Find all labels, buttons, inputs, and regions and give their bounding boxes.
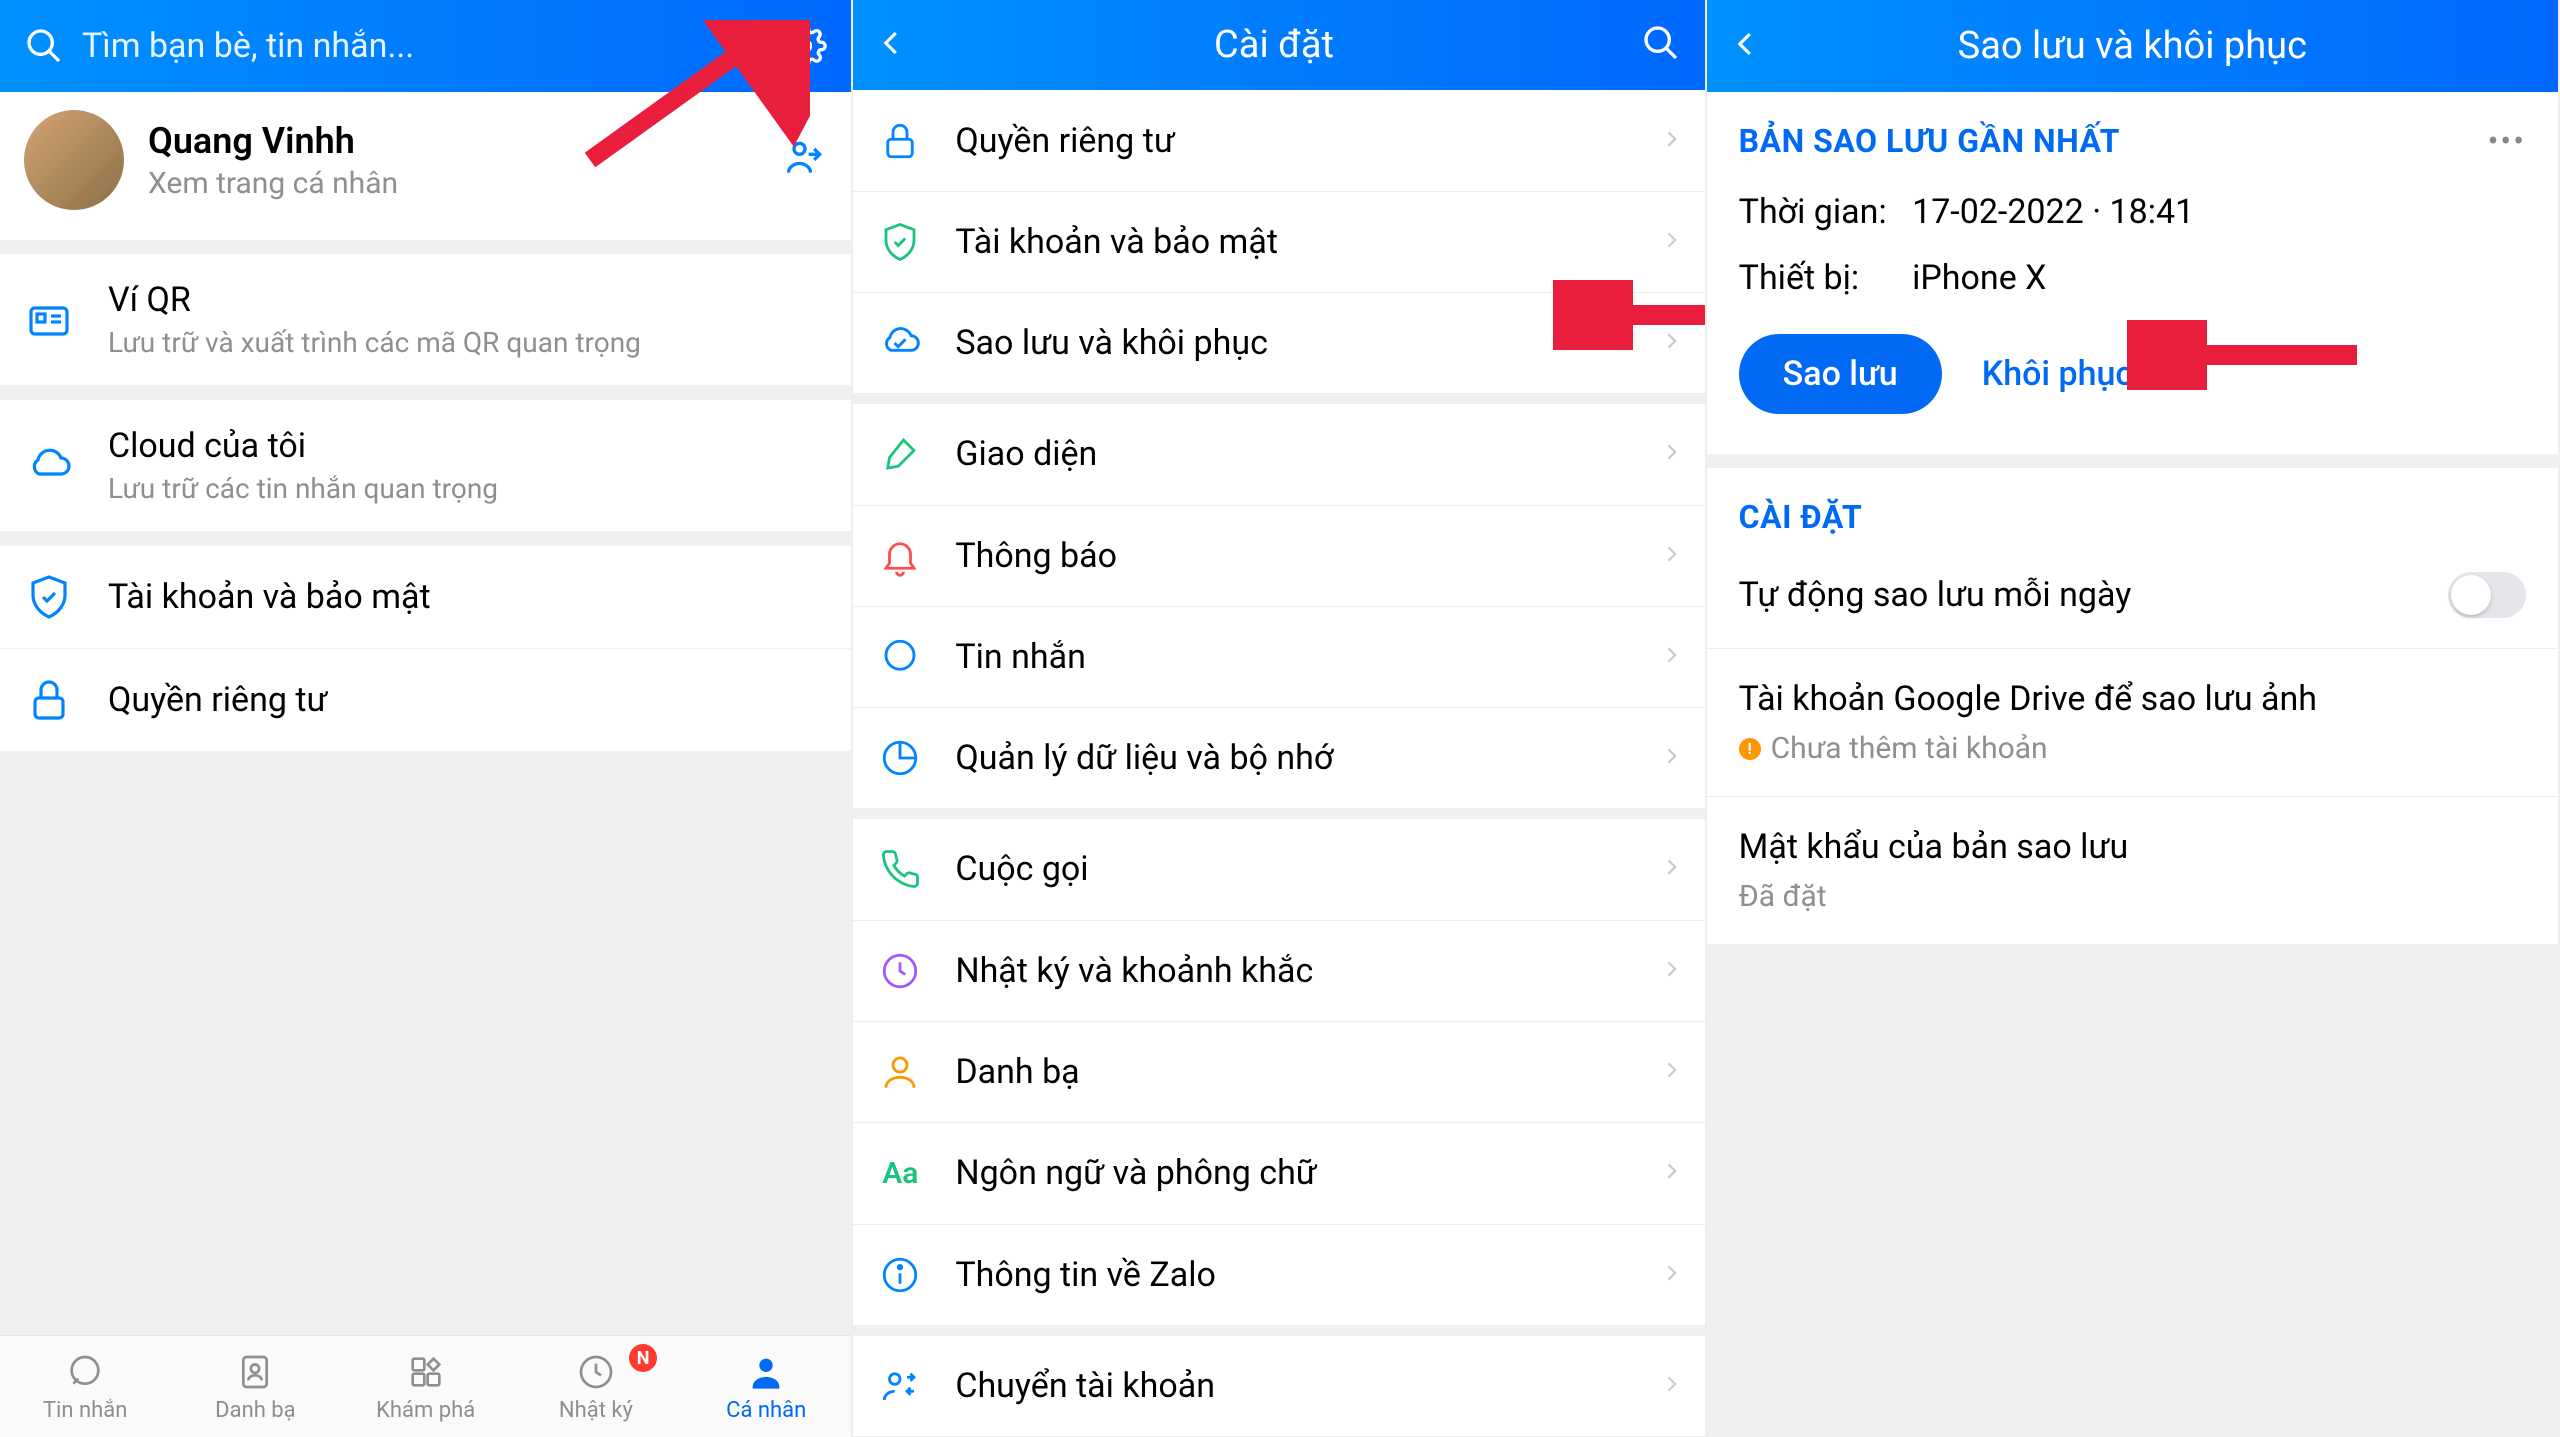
setting-backup-password[interactable]: Mật khẩu của bản sao lưu Đã đặt (1707, 797, 2558, 945)
header-bar: Cài đặt (853, 0, 1704, 90)
menu-title: Tài khoản và bảo mật (108, 577, 827, 617)
time-label: Thời gian: (1739, 192, 1904, 232)
menu-sub: Lưu trữ và xuất trình các mã QR quan trọ… (108, 326, 827, 359)
tab-timeline[interactable]: N Nhật ký (511, 1336, 681, 1437)
menu-qr-wallet[interactable]: Ví QR Lưu trữ và xuất trình các mã QR qu… (0, 254, 851, 386)
setting-auto-backup[interactable]: Tự động sao lưu mỗi ngày (1707, 542, 2558, 649)
profile-name: Quang Vinhh (148, 120, 783, 162)
settings-switch-account[interactable]: Chuyển tài khoản (853, 1336, 1704, 1437)
contacts-icon (233, 1350, 277, 1394)
lock-icon (871, 112, 929, 170)
tab-bar: Tin nhắn Danh bạ Khám phá N Nhật ký Cá n… (0, 1335, 851, 1437)
cloud-icon (24, 441, 74, 491)
person-icon (744, 1350, 788, 1394)
grid-icon (404, 1350, 448, 1394)
settings-language-font[interactable]: Aa Ngôn ngữ và phông chữ (853, 1123, 1704, 1224)
badge: N (629, 1344, 657, 1372)
settings-about[interactable]: Thông tin về Zalo (853, 1225, 1704, 1326)
clock-icon (574, 1350, 618, 1394)
menu-title: Quyền riêng tư (108, 680, 827, 720)
phone-icon (871, 840, 929, 898)
menu-sub: Lưu trữ các tin nhắn quan trọng (108, 472, 827, 505)
chevron-right-icon (1661, 1259, 1681, 1291)
settings-screen: Cài đặt Quyền riêng tư Tài khoản và bảo … (853, 0, 1706, 1437)
chevron-right-icon (1661, 1370, 1681, 1402)
menu-my-cloud[interactable]: Cloud của tôi Lưu trữ các tin nhắn quan … (0, 400, 851, 532)
chat-icon (871, 628, 929, 686)
menu-title: Ví QR (108, 280, 827, 320)
settings-backup-restore[interactable]: Sao lưu và khôi phục (853, 293, 1704, 394)
search-icon[interactable] (1641, 23, 1681, 67)
backup-restore-screen: Sao lưu và khôi phục BẢN SAO LƯU GẦN NHẤ… (1707, 0, 2560, 1437)
settings-privacy[interactable]: Quyền riêng tư (853, 90, 1704, 191)
tab-discover[interactable]: Khám phá (341, 1336, 511, 1437)
settings-contacts[interactable]: Danh bạ (853, 1022, 1704, 1123)
chevron-right-icon (1661, 1056, 1681, 1088)
switch-icon (871, 1357, 929, 1415)
menu-account-security[interactable]: Tài khoản và bảo mật (0, 546, 851, 649)
settings-account-security[interactable]: Tài khoản và bảo mật (853, 192, 1704, 293)
contacts-icon (871, 1043, 929, 1101)
chevron-right-icon (1661, 641, 1681, 673)
pie-icon (871, 729, 929, 787)
tab-me[interactable]: Cá nhân (681, 1336, 851, 1437)
back-icon[interactable] (877, 21, 907, 69)
info-icon (871, 1246, 929, 1304)
shield-icon (871, 213, 929, 271)
chevron-right-icon (1661, 540, 1681, 572)
chevron-right-icon (1661, 955, 1681, 987)
brush-icon (871, 425, 929, 483)
header-bar: Sao lưu và khôi phục (1707, 0, 2558, 92)
avatar (24, 110, 124, 210)
settings-notifications[interactable]: Thông báo (853, 506, 1704, 607)
chevron-right-icon (1661, 853, 1681, 885)
search-icon[interactable] (24, 26, 64, 66)
shield-icon (24, 572, 74, 622)
switch-account-icon[interactable] (783, 136, 827, 184)
settings-icon[interactable] (783, 24, 827, 68)
menu-privacy[interactable]: Quyền riêng tư (0, 649, 851, 752)
tab-contacts[interactable]: Danh bạ (170, 1336, 340, 1437)
bell-icon (871, 527, 929, 585)
restore-button[interactable]: Khôi phục (1982, 354, 2133, 394)
profile-sub: Xem trang cá nhân (148, 166, 783, 201)
settings-timeline[interactable]: Nhật ký và khoảnh khắc (853, 921, 1704, 1022)
settings-data-storage[interactable]: Quản lý dữ liệu và bộ nhớ (853, 708, 1704, 809)
profile-row[interactable]: Quang Vinhh Xem trang cá nhân (0, 92, 851, 240)
settings-appearance[interactable]: Giao diện (853, 404, 1704, 505)
section-settings: CÀI ĐẶT (1739, 498, 2526, 536)
chevron-right-icon (1661, 226, 1681, 258)
menu-title: Cloud của tôi (108, 426, 827, 466)
chevron-right-icon (1661, 125, 1681, 157)
section-latest-backup: BẢN SAO LƯU GẦN NHẤT (1739, 122, 2120, 160)
cloud-sync-icon (871, 314, 929, 372)
back-icon[interactable] (1731, 22, 1761, 70)
chevron-right-icon (1661, 742, 1681, 774)
header-title: Sao lưu và khôi phục (1761, 24, 2504, 68)
chat-icon (63, 1350, 107, 1394)
profile-screen: Quang Vinhh Xem trang cá nhân Ví QR Lưu … (0, 0, 853, 1437)
backup-button[interactable]: Sao lưu (1739, 334, 1942, 414)
search-input[interactable] (82, 26, 783, 66)
chevron-right-icon (1661, 438, 1681, 470)
tab-messages[interactable]: Tin nhắn (0, 1336, 170, 1437)
device-label: Thiết bị: (1739, 258, 1904, 298)
qr-icon (24, 295, 74, 345)
settings-calls[interactable]: Cuộc gọi (853, 819, 1704, 920)
text-icon: Aa (871, 1144, 929, 1202)
setting-google-drive[interactable]: Tài khoản Google Drive để sao lưu ảnh ! … (1707, 649, 2558, 797)
toggle-off[interactable] (2448, 572, 2526, 618)
header-bar (0, 0, 851, 92)
chevron-right-icon (1661, 327, 1681, 359)
time-value: 17-02-2022 · 18:41 (1912, 192, 2194, 232)
lock-icon (24, 675, 74, 725)
header-title: Cài đặt (907, 23, 1640, 67)
more-icon[interactable]: ••• (2488, 122, 2526, 160)
chevron-right-icon (1661, 1157, 1681, 1189)
device-value: iPhone X (1912, 258, 2046, 298)
warning-icon: ! (1739, 738, 1761, 760)
settings-messages[interactable]: Tin nhắn (853, 607, 1704, 708)
clock-icon (871, 942, 929, 1000)
